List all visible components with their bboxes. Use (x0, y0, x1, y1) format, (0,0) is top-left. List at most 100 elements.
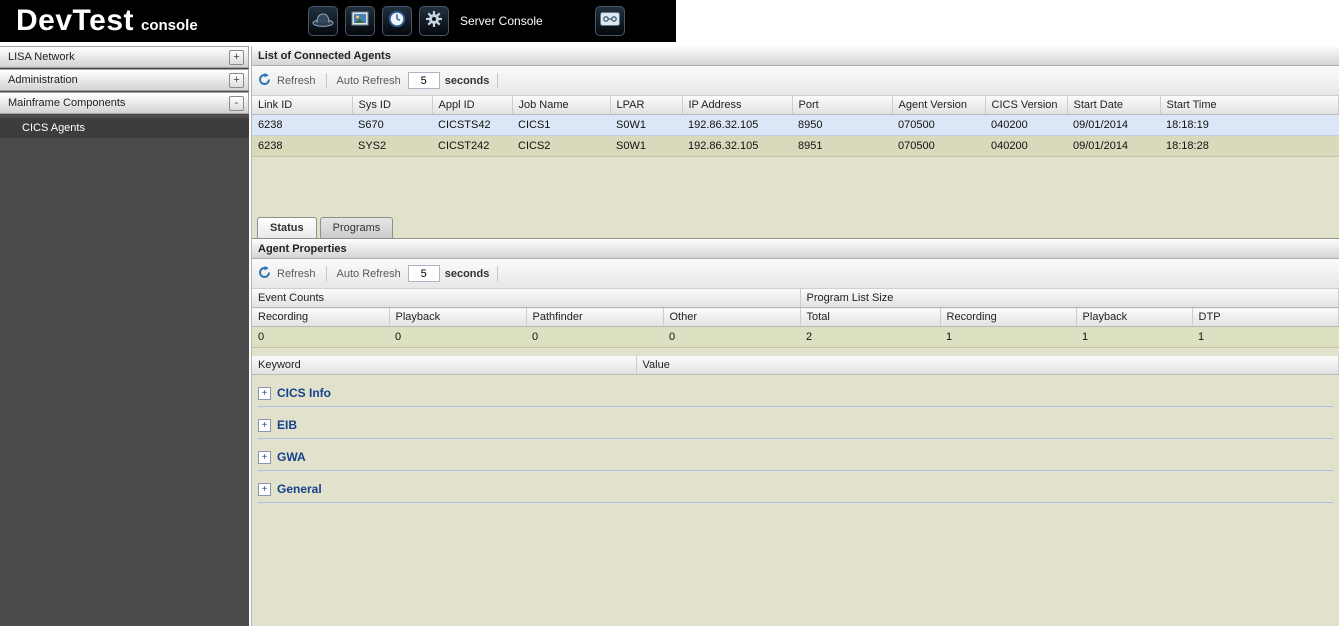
topbar: DevTest console Server Console (0, 0, 676, 42)
sidebar-item-cics-agents[interactable]: CICS Agents (0, 118, 249, 138)
sidebar-item-label: Mainframe Components (8, 97, 125, 109)
column-header: Playback (389, 308, 526, 327)
column-header[interactable]: Port (792, 96, 892, 115)
agent-properties-title: Agent Properties (252, 239, 1339, 259)
section-title: General (277, 482, 322, 496)
expand-icon[interactable]: + (258, 451, 271, 464)
image-icon (351, 11, 369, 32)
sidebar-item-administration[interactable]: Administration + (0, 69, 249, 91)
column-header[interactable]: LPAR (610, 96, 682, 115)
toolbar-separator (326, 266, 327, 281)
cell: 8951 (792, 136, 892, 157)
refresh-label: Refresh (277, 268, 316, 280)
server-console-label: Server Console (460, 14, 543, 28)
logo-title: DevTest (16, 4, 134, 38)
cell: 192.86.32.105 (682, 136, 792, 157)
section-title: EIB (277, 418, 297, 432)
spacer (252, 348, 1339, 356)
monitor-button[interactable] (382, 6, 412, 36)
auto-refresh-interval-input[interactable] (408, 265, 440, 282)
toolbar-separator (497, 266, 498, 281)
server-console-button[interactable] (419, 6, 449, 36)
properties-toolbar: Refresh Auto Refresh seconds (252, 259, 1339, 289)
column-header[interactable]: Link ID (252, 96, 352, 115)
agents-toolbar: Refresh Auto Refresh seconds (252, 66, 1339, 96)
column-header: Total (800, 308, 940, 327)
column-header[interactable]: Start Time (1160, 96, 1339, 115)
column-header[interactable]: CICS Version (985, 96, 1067, 115)
cell: S0W1 (610, 115, 682, 136)
group-header-row: Event Counts Program List Size (252, 289, 1339, 308)
topbar-icon-group: Server Console (308, 6, 632, 36)
keyword-value-table: Keyword Value (252, 356, 1339, 375)
column-header[interactable]: Start Date (1067, 96, 1160, 115)
column-header[interactable]: IP Address (682, 96, 792, 115)
sidebar-item-mainframe-components[interactable]: Mainframe Components - (0, 92, 249, 114)
section-cics-info[interactable]: + CICS Info (258, 380, 1333, 407)
tab-status[interactable]: Status (257, 217, 317, 238)
section-title: GWA (277, 450, 306, 464)
cassette-icon (600, 12, 620, 31)
value-column-header[interactable]: Value (636, 356, 1339, 375)
refresh-label: Refresh (277, 75, 316, 87)
cell: 070500 (892, 115, 985, 136)
detail-tabstrip: Status Programs (252, 213, 1339, 239)
collapse-toggle-icon[interactable]: - (229, 96, 244, 111)
auto-refresh-interval-input[interactable] (408, 72, 440, 89)
auto-refresh-label: Auto Refresh (337, 268, 401, 280)
app-logo: DevTest console (0, 4, 268, 38)
cell: CICS2 (512, 136, 610, 157)
cell: S670 (352, 115, 432, 136)
counts-values-row: 0 0 0 0 2 1 1 1 (252, 327, 1339, 348)
column-header: DTP (1192, 308, 1338, 327)
cell: 6238 (252, 115, 352, 136)
sidebar-item-label: LISA Network (8, 51, 75, 63)
column-header[interactable]: Agent Version (892, 96, 985, 115)
cell: 8950 (792, 115, 892, 136)
cell: 09/01/2014 (1067, 136, 1160, 157)
cell: 040200 (985, 136, 1067, 157)
keyword-column-header[interactable]: Keyword (252, 356, 636, 375)
expand-toggle-icon[interactable]: + (229, 50, 244, 65)
refresh-icon (258, 73, 271, 89)
table-row[interactable]: 6238 SYS2 CICST242 CICS2 S0W1 192.86.32.… (252, 136, 1339, 157)
cell: CICS1 (512, 115, 610, 136)
cell: CICSTS42 (432, 115, 512, 136)
column-header: Recording (940, 308, 1076, 327)
cell: 0 (663, 327, 800, 348)
recorder-button[interactable] (595, 6, 625, 36)
column-header: Other (663, 308, 800, 327)
toolbar-separator (326, 73, 327, 88)
sidebar-item-label: Administration (8, 74, 78, 86)
cell: 1 (940, 327, 1076, 348)
column-header[interactable]: Job Name (512, 96, 610, 115)
cell: SYS2 (352, 136, 432, 157)
expand-toggle-icon[interactable]: + (229, 73, 244, 88)
group-header-event-counts: Event Counts (252, 289, 800, 308)
reports-button[interactable] (345, 6, 375, 36)
column-header[interactable]: Appl ID (432, 96, 512, 115)
expand-icon[interactable]: + (258, 387, 271, 400)
section-eib[interactable]: + EIB (258, 412, 1333, 439)
seconds-label: seconds (445, 75, 490, 87)
table-row[interactable]: 6238 S670 CICSTS42 CICS1 S0W1 192.86.32.… (252, 115, 1339, 136)
group-header-program-list-size: Program List Size (800, 289, 1338, 308)
sidebar-item-lisa-network[interactable]: LISA Network + (0, 46, 249, 68)
console-hat-button[interactable] (308, 6, 338, 36)
cell: 18:18:19 (1160, 115, 1339, 136)
expand-icon[interactable]: + (258, 483, 271, 496)
keyword-header-row: Keyword Value (252, 356, 1339, 375)
refresh-button[interactable]: Refresh (258, 266, 318, 282)
tab-programs[interactable]: Programs (320, 217, 394, 238)
cell: 0 (389, 327, 526, 348)
section-gwa[interactable]: + GWA (258, 444, 1333, 471)
clock-icon (388, 10, 406, 33)
column-header[interactable]: Sys ID (352, 96, 432, 115)
counts-header-row: Recording Playback Pathfinder Other Tota… (252, 308, 1339, 327)
section-general[interactable]: + General (258, 476, 1333, 503)
expand-icon[interactable]: + (258, 419, 271, 432)
column-header: Playback (1076, 308, 1192, 327)
cell: 040200 (985, 115, 1067, 136)
hat-icon (312, 11, 334, 32)
refresh-button[interactable]: Refresh (258, 73, 318, 89)
